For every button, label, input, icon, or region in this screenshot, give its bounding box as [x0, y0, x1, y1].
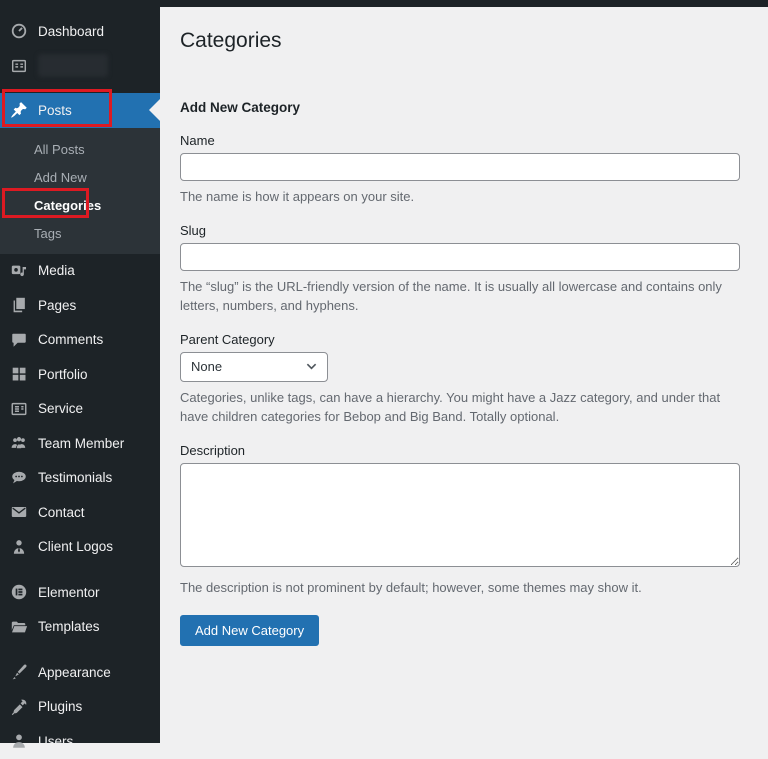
users-icon [10, 732, 28, 750]
sidebar-item-label: Elementor [38, 585, 100, 600]
sidebar-item-label: Users [38, 734, 73, 749]
sidebar-item-pages[interactable]: Pages [0, 288, 160, 323]
sidebar-item-plugins[interactable]: Plugins [0, 690, 160, 725]
parent-category-field-group: Parent Category None Categories, unlike … [180, 332, 740, 427]
sidebar-item-team-member[interactable]: Team Member [0, 426, 160, 461]
sidebar-item-label: Dashboard [38, 24, 104, 39]
form-title: Add New Category [180, 100, 740, 115]
submenu-item-tags[interactable]: Tags [0, 220, 160, 248]
portfolio-icon [10, 365, 28, 383]
sidebar-item-users[interactable]: Users [0, 724, 160, 759]
sidebar-item-client-logos[interactable]: Client Logos [0, 530, 160, 565]
description-field-group: Description The description is not promi… [180, 443, 740, 598]
redacted-label [38, 54, 108, 77]
admin-sidebar: Dashboard Posts All PostsAdd NewCategories… [0, 0, 160, 743]
slug-field-group: Slug The “slug” is the URL-friendly vers… [180, 223, 740, 316]
chevron-down-icon [306, 361, 317, 372]
admin-menu: Dashboard Posts All PostsAdd NewCategories… [0, 0, 160, 759]
name-help-text: The name is how it appears on your site. [180, 187, 740, 207]
page-title: Categories [180, 29, 740, 53]
media-icon [10, 262, 28, 280]
forms-icon [10, 57, 28, 75]
team-icon [10, 434, 28, 452]
sidebar-item-appearance[interactable]: Appearance [0, 655, 160, 690]
sidebar-item-label: Comments [38, 332, 103, 347]
sidebar-item-dashboard[interactable]: Dashboard [0, 14, 160, 49]
contact-icon [10, 503, 28, 521]
businessman-icon [10, 538, 28, 556]
sidebar-item-templates[interactable]: Templates [0, 610, 160, 645]
menu-separator [0, 644, 160, 655]
sidebar-item-contact[interactable]: Contact [0, 495, 160, 530]
sidebar-item-elementor[interactable]: Elementor [0, 575, 160, 610]
submenu-item-add-new[interactable]: Add New [0, 164, 160, 192]
sidebar-item-label: Posts [38, 103, 72, 118]
sidebar-item-label: Appearance [38, 665, 111, 680]
slug-input[interactable] [180, 243, 740, 271]
pushpin-icon [10, 101, 28, 119]
description-textarea[interactable] [180, 463, 740, 567]
parent-category-select[interactable]: None [180, 352, 328, 382]
menu-separator [0, 564, 160, 575]
sidebar-item-portfolio[interactable]: Portfolio [0, 357, 160, 392]
add-category-form: Name The name is how it appears on your … [180, 133, 740, 646]
submenu-item-all-posts[interactable]: All Posts [0, 136, 160, 164]
sidebar-item-label: Contact [38, 505, 85, 520]
slug-label: Slug [180, 223, 740, 238]
testimonials-icon [10, 469, 28, 487]
sidebar-item-redacted[interactable] [0, 49, 160, 84]
sidebar-item-label: Portfolio [38, 367, 88, 382]
sidebar-item-label: Testimonials [38, 470, 112, 485]
sidebar-item-label: Plugins [38, 699, 82, 714]
parent-category-help-text: Categories, unlike tags, can have a hier… [180, 388, 740, 427]
dashboard-icon [10, 22, 28, 40]
sidebar-item-testimonials[interactable]: Testimonials [0, 461, 160, 496]
service-icon [10, 400, 28, 418]
appearance-icon [10, 663, 28, 681]
content-area: Categories Add New Category Name The nam… [160, 7, 768, 743]
elementor-icon [10, 583, 28, 601]
templates-icon [10, 618, 28, 636]
sidebar-item-label: Media [38, 263, 75, 278]
sidebar-item-label: Templates [38, 619, 100, 634]
name-input[interactable] [180, 153, 740, 181]
sidebar-item-service[interactable]: Service [0, 392, 160, 427]
comments-icon [10, 331, 28, 349]
parent-category-selected-value: None [191, 359, 222, 374]
pages-icon [10, 296, 28, 314]
posts-submenu: All PostsAdd NewCategoriesTags [0, 128, 160, 254]
sidebar-item-media[interactable]: Media [0, 254, 160, 289]
slug-help-text: The “slug” is the URL-friendly version o… [180, 277, 740, 316]
sidebar-item-label: Service [38, 401, 83, 416]
sidebar-item-comments[interactable]: Comments [0, 323, 160, 358]
name-field-group: Name The name is how it appears on your … [180, 133, 740, 207]
current-item-arrow [149, 99, 160, 121]
sidebar-item-label: Team Member [38, 436, 124, 451]
name-label: Name [180, 133, 740, 148]
sidebar-item-label: Pages [38, 298, 76, 313]
add-new-category-button[interactable]: Add New Category [180, 615, 319, 646]
sidebar-item-posts[interactable]: Posts [0, 93, 160, 128]
sidebar-item-label: Client Logos [38, 539, 113, 554]
description-help-text: The description is not prominent by defa… [180, 578, 740, 598]
plugins-icon [10, 698, 28, 716]
description-label: Description [180, 443, 740, 458]
parent-category-label: Parent Category [180, 332, 740, 347]
submenu-item-categories[interactable]: Categories [0, 192, 160, 220]
admin-bar [0, 0, 768, 7]
